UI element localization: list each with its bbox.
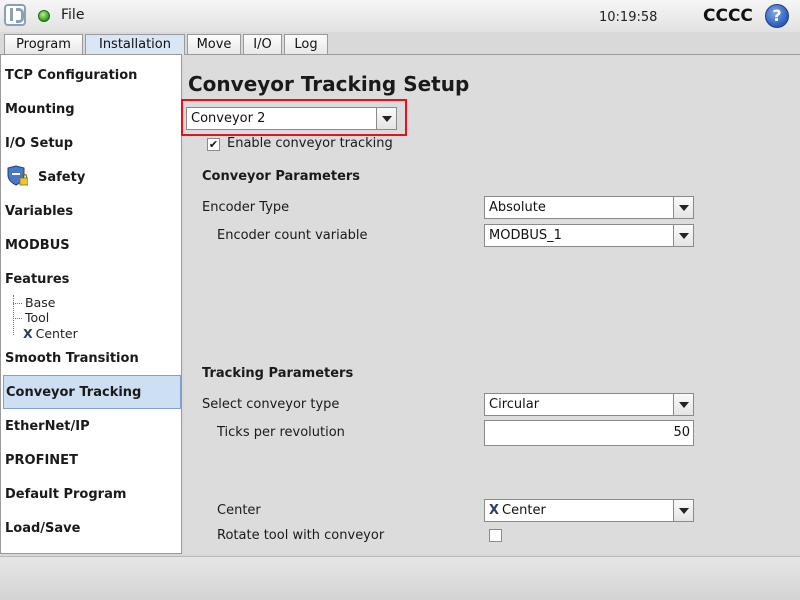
sidebar-item-default-program[interactable]: Default Program bbox=[1, 478, 181, 512]
sidebar-item-modbus[interactable]: MODBUS bbox=[1, 229, 181, 263]
bottom-bar bbox=[0, 556, 800, 600]
enable-tracking-checkbox[interactable]: ✔ bbox=[207, 138, 220, 151]
main-tabs: Program Installation Move I/O Log bbox=[0, 34, 800, 55]
feature-center[interactable]: X Center bbox=[23, 326, 78, 341]
conveyor-type-label: Select conveyor type bbox=[202, 397, 340, 412]
tracking-parameters-heading: Tracking Parameters bbox=[202, 366, 354, 381]
sidebar-item-conveyor-tracking[interactable]: Conveyor Tracking bbox=[3, 375, 181, 409]
clock: 10:19:58 bbox=[599, 10, 658, 25]
chevron-down-icon[interactable] bbox=[673, 500, 693, 521]
sidebar-item-smooth-transition[interactable]: Smooth Transition bbox=[1, 342, 181, 376]
point-feature-icon: X bbox=[23, 326, 33, 341]
sidebar-item-profinet[interactable]: PROFINET bbox=[1, 444, 181, 478]
conveyor-select-value: Conveyor 2 bbox=[191, 111, 266, 126]
encoder-count-select[interactable]: MODBUS_1 bbox=[484, 224, 694, 247]
sidebar-item-variables[interactable]: Variables bbox=[1, 195, 181, 229]
encoder-type-label: Encoder Type bbox=[202, 200, 290, 215]
help-icon[interactable]: ? bbox=[765, 4, 789, 28]
rotate-tool-checkbox[interactable] bbox=[489, 529, 502, 542]
installation-sidebar: TCP Configuration Mounting I/O Setup Saf… bbox=[0, 54, 182, 554]
encoder-count-label: Encoder count variable bbox=[217, 228, 368, 243]
safety-shield-icon bbox=[7, 165, 28, 186]
conveyor-type-select[interactable]: Circular bbox=[484, 393, 694, 416]
tree-branch bbox=[13, 318, 22, 319]
center-value: Center bbox=[502, 503, 546, 518]
encoder-type-select[interactable]: Absolute bbox=[484, 196, 694, 219]
chevron-down-icon[interactable] bbox=[673, 394, 693, 415]
feature-base[interactable]: Base bbox=[25, 295, 55, 310]
encoder-count-value: MODBUS_1 bbox=[489, 228, 562, 243]
ticks-per-revolution-field[interactable]: 50 bbox=[484, 420, 694, 446]
tab-installation[interactable]: Installation bbox=[85, 34, 185, 55]
center-select[interactable]: X Center bbox=[484, 499, 694, 522]
ur-logo-icon bbox=[4, 4, 26, 26]
conveyor-parameters-heading: Conveyor Parameters bbox=[202, 169, 361, 184]
conveyor-select[interactable]: Conveyor 2 bbox=[186, 107, 397, 130]
encoder-type-value: Absolute bbox=[489, 200, 546, 215]
sidebar-item-load-save[interactable]: Load/Save bbox=[1, 512, 181, 546]
robot-name: CCCC bbox=[703, 6, 753, 26]
sidebar-item-features[interactable]: Features bbox=[1, 263, 181, 297]
chevron-down-icon[interactable] bbox=[673, 225, 693, 246]
file-menu[interactable]: File bbox=[61, 7, 84, 23]
tab-move[interactable]: Move bbox=[187, 34, 241, 54]
enable-tracking-label: Enable conveyor tracking bbox=[227, 136, 393, 151]
chevron-down-icon[interactable] bbox=[376, 108, 396, 129]
sidebar-item-ethernet-ip[interactable]: EtherNet/IP bbox=[1, 410, 181, 444]
rotate-tool-label: Rotate tool with conveyor bbox=[217, 528, 385, 543]
tab-io[interactable]: I/O bbox=[243, 34, 282, 54]
point-feature-icon: X bbox=[489, 503, 500, 518]
feature-center-label: Center bbox=[35, 326, 78, 341]
top-bar: File 10:19:58 CCCC ? bbox=[0, 0, 800, 32]
sidebar-item-safety[interactable]: Safety bbox=[1, 161, 181, 195]
features-tree-line bbox=[13, 295, 14, 335]
tab-log[interactable]: Log bbox=[284, 34, 328, 54]
center-label: Center bbox=[217, 503, 261, 518]
page-title: Conveyor Tracking Setup bbox=[188, 72, 470, 96]
tab-program[interactable]: Program bbox=[4, 34, 83, 54]
tree-branch bbox=[13, 303, 22, 304]
sidebar-item-tcp-configuration[interactable]: TCP Configuration bbox=[1, 59, 181, 93]
sidebar-item-io-setup[interactable]: I/O Setup bbox=[1, 127, 181, 161]
chevron-down-icon[interactable] bbox=[673, 197, 693, 218]
sidebar-item-mounting[interactable]: Mounting bbox=[1, 93, 181, 127]
ticks-label: Ticks per revolution bbox=[217, 425, 345, 440]
conveyor-type-value: Circular bbox=[489, 397, 540, 412]
feature-tool[interactable]: Tool bbox=[25, 310, 49, 325]
robot-status-icon bbox=[38, 10, 50, 22]
